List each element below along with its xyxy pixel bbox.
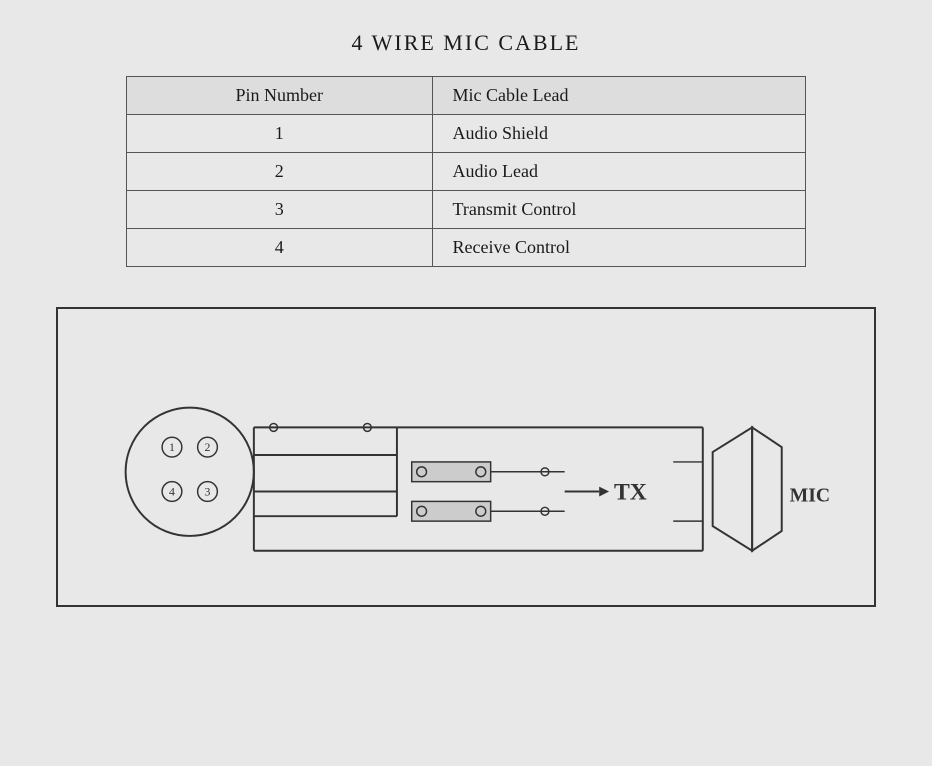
table-row: 3Transmit Control [127,191,806,229]
table-row: 2Audio Lead [127,153,806,191]
svg-text:1: 1 [169,440,175,454]
svg-text:TX: TX [614,479,647,505]
col-header-lead: Mic Cable Lead [432,77,805,115]
svg-text:MIC: MIC [790,484,831,506]
col-header-pin: Pin Number [127,77,433,115]
pin-table: Pin Number Mic Cable Lead 1Audio Shield2… [126,76,806,267]
svg-text:2: 2 [205,440,211,454]
table-row: 1Audio Shield [127,115,806,153]
lead-name-cell: Transmit Control [432,191,805,229]
pin-number-cell: 2 [127,153,433,191]
pin-number-cell: 4 [127,229,433,267]
pin-table-container: Pin Number Mic Cable Lead 1Audio Shield2… [126,76,806,267]
wiring-diagram: 1 2 3 4 [56,307,876,607]
lead-name-cell: Audio Shield [432,115,805,153]
lead-name-cell: Audio Lead [432,153,805,191]
table-row: 4Receive Control [127,229,806,267]
svg-text:3: 3 [205,484,211,498]
diagram-svg: 1 2 3 4 [58,309,874,605]
svg-text:4: 4 [169,484,175,498]
pin-number-cell: 1 [127,115,433,153]
page-title: 4 WIRE MIC CABLE [352,30,581,56]
pin-number-cell: 3 [127,191,433,229]
lead-name-cell: Receive Control [432,229,805,267]
